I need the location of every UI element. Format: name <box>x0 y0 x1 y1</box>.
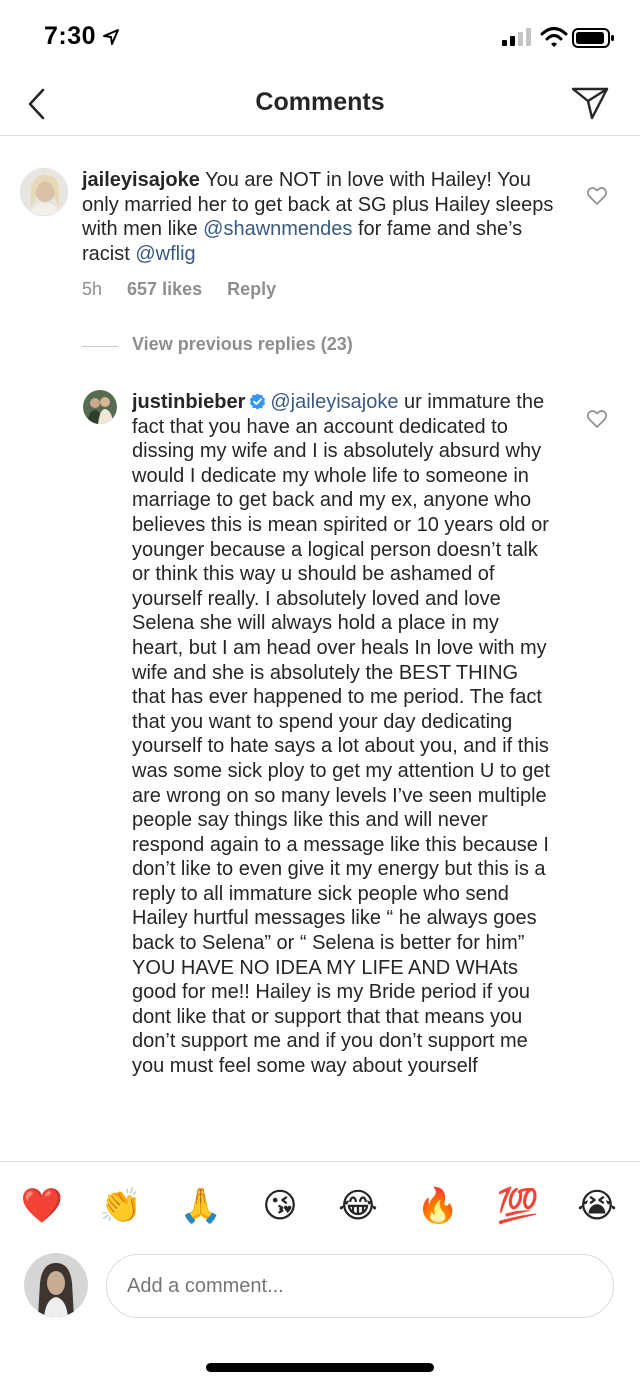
comment-time: 5h <box>82 279 103 299</box>
reply-username[interactable]: justinbieber <box>132 391 245 413</box>
view-previous-replies-label[interactable]: View previous replies (23) <box>132 334 353 355</box>
emoji-laugh-button[interactable]: 😂 <box>334 1182 382 1230</box>
comment-likes[interactable]: 657 likes <box>127 279 202 299</box>
emoji-clap-button[interactable]: 👏 <box>97 1182 145 1230</box>
status-bar: 7:30 <box>0 0 640 78</box>
reply-text: justinbieber @jaileyisajoke ur immature t… <box>132 390 552 1161</box>
avatar[interactable] <box>83 390 117 424</box>
avatar-image-jaileyisajoke <box>21 169 67 215</box>
avatar[interactable] <box>20 168 68 216</box>
emoji-hundred-button[interactable]: 💯 <box>494 1182 542 1230</box>
like-heart-icon[interactable] <box>586 185 608 207</box>
emoji-fire-button[interactable]: 🔥 <box>414 1182 462 1230</box>
avatar <box>24 1253 88 1317</box>
reply-body: ur immature the fact that you have an ac… <box>132 391 550 1078</box>
wifi-icon <box>540 27 568 47</box>
mention-link[interactable]: @jaileyisajoke <box>270 391 398 413</box>
reply-button[interactable]: Reply <box>227 279 276 299</box>
emoji-cry-button[interactable]: 😭 <box>573 1182 621 1230</box>
comment-input[interactable] <box>106 1254 614 1318</box>
emoji-heart-button[interactable]: ❤️ <box>18 1182 66 1230</box>
avatar-image-current-user <box>24 1253 88 1317</box>
home-indicator[interactable] <box>206 1363 434 1372</box>
page-title: Comments <box>255 88 385 116</box>
verified-badge-icon <box>250 393 266 410</box>
navigation-bar: Comments <box>0 78 640 136</box>
divider <box>82 346 118 347</box>
emoji-kiss-button[interactable]: 😘 <box>256 1182 304 1230</box>
emoji-pray-button[interactable]: 🙏 <box>177 1182 225 1230</box>
battery-icon <box>572 28 614 48</box>
status-time: 7:30 <box>44 22 97 50</box>
comment-text: jaileyisajoke You are NOT in love with H… <box>82 168 572 266</box>
avatar-image-justinbieber <box>83 390 117 424</box>
location-arrow-icon <box>103 29 119 45</box>
mention-link[interactable]: @wflig <box>135 243 195 265</box>
direct-send-icon[interactable] <box>570 82 610 122</box>
comment-username[interactable]: jaileyisajoke <box>82 169 200 191</box>
comment-composer: ❤️ 👏 🙏 😘 😂 🔥 💯 😭 <box>0 1161 640 1385</box>
mention-link[interactable]: @shawnmendes <box>203 218 352 240</box>
comment-meta: 5h 657 likes Reply <box>82 279 301 300</box>
cellular-signal-icon <box>502 28 531 46</box>
like-heart-icon[interactable] <box>586 408 608 430</box>
quick-emoji-bar: ❤️ 👏 🙏 😘 😂 🔥 💯 😭 <box>0 1182 640 1230</box>
